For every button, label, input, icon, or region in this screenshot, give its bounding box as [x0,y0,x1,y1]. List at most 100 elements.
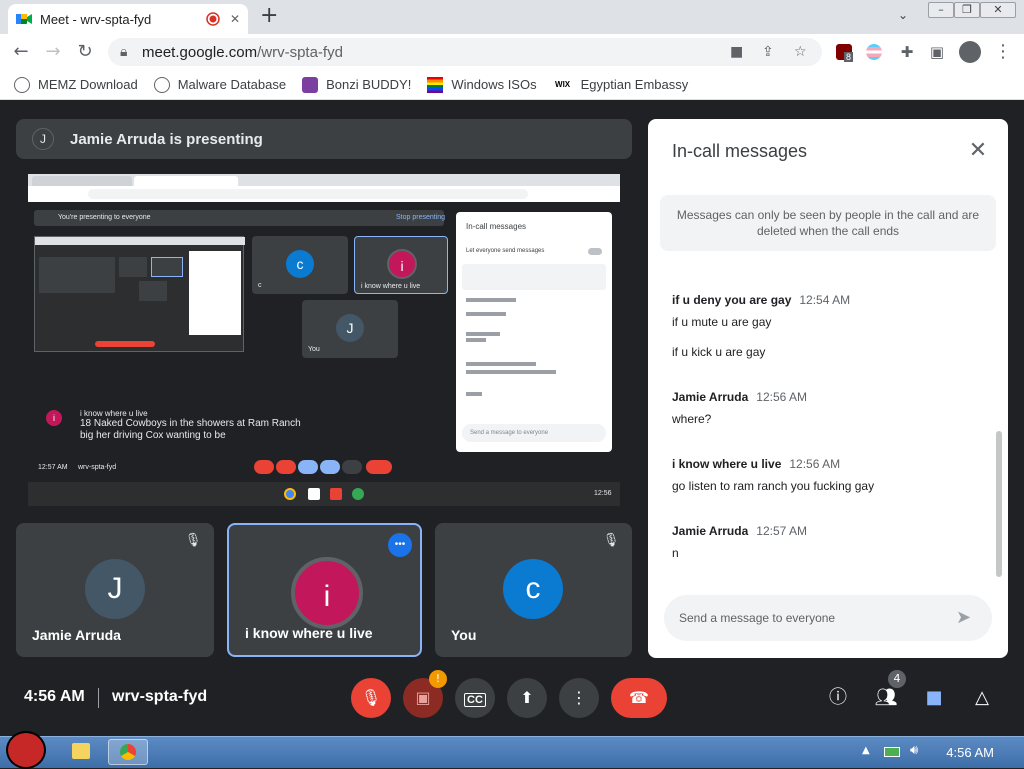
message-sender: i know where u live [672,457,782,471]
chrome-taskbar-button[interactable] [108,739,148,765]
url-text: meet.google.com/wrv-spta-fyd [142,44,343,61]
bookmark-memz[interactable]: MEMZ Download [14,76,138,93]
shared-stop-presenting: Stop presenting [396,214,446,221]
start-button-angry-bird-icon[interactable] [6,731,46,769]
profile-avatar[interactable] [959,41,981,63]
nested-screen-share [34,236,245,352]
bookmark-bonzi-buddy[interactable]: Bonzi BUDDY! [302,76,411,93]
more-options-button[interactable]: ⋮ [559,678,599,718]
participant-tile-jamie[interactable]: 🎙︎ J Jamie Arruda [16,523,214,657]
extensions-puzzle-icon[interactable]: ✚ [896,41,918,63]
participant-avatar: J [85,559,145,619]
bookmark-malware-database[interactable]: Malware Database [153,76,287,93]
shared-tile-i: i i know where u live [354,236,448,294]
message-text: if u mute u are gay [672,315,772,329]
close-window-button[interactable]: ✕ [980,2,1016,18]
wix-icon: WIX [555,79,571,89]
activities-icon[interactable]: △ [968,684,996,712]
participant-name: You [451,627,477,643]
trans-flag-extension-icon[interactable] [866,44,882,60]
camera-warning-badge: ! [429,670,447,688]
mic-off-icon: 🎙︎ [360,688,382,707]
shared-mic-button [254,460,274,474]
people-count-badge: 4 [888,670,906,688]
shared-more-button [342,460,362,474]
shared-browser-chrome [28,174,620,202]
bookmark-label: Malware Database [177,77,287,92]
back-icon[interactable]: ← [10,41,32,63]
bookmark-egyptian-embassy[interactable]: WIX Egyptian Embassy [553,77,689,93]
presenter-avatar: J [32,128,54,150]
volume-icon[interactable]: 🔊︎ [910,743,918,758]
chat-message: Jamie Arruda 12:57 AM n [672,522,807,560]
people-button[interactable]: 👥︎ 4 [872,670,906,712]
send-icon[interactable]: ➤ [956,607,978,629]
message-text: go listen to ram ranch you fucking gay [672,479,875,493]
tray-expand-icon[interactable]: ▲ [862,745,870,756]
meeting-details-icon[interactable]: ⓘ [824,684,852,712]
close-icon[interactable]: ✕ [964,137,992,165]
new-tab-button[interactable]: + [260,3,278,28]
caption-speaker: i know where u live [80,409,148,418]
message-time: 12:54 AM [799,293,851,307]
message-text: if u kick u are gay [672,345,766,359]
chat-scrollbar[interactable] [996,431,1002,577]
explorer-taskbar-icon[interactable] [72,743,90,759]
side-panel-icon[interactable]: ▣ [926,41,948,63]
taskbar-clock[interactable]: 4:56 AM [946,745,994,760]
minimize-button[interactable]: – [928,2,954,18]
shared-notice [462,264,606,290]
url-host: meet.google.com [142,44,258,61]
bookmark-windows-isos[interactable]: Windows ISOs [427,76,537,93]
reload-icon[interactable]: ↻ [74,41,96,63]
mic-toggle-button[interactable]: 🎙︎ [351,678,391,718]
chrome-icon [120,744,136,760]
presenting-text: Jamie Arruda is presenting [70,130,263,148]
ublock-extension-icon[interactable]: 8 [836,44,854,62]
shared-tile-label: i know where u live [361,283,421,290]
browser-tab[interactable]: Meet - wrv-spta-fyd ✕ [8,4,248,34]
captions-icon: CC [464,693,486,707]
chat-input-container: ➤ [664,595,992,641]
message-sender: if u deny you are gay [672,293,792,307]
caption-line-2: big her driving Cox wanting to be [80,430,226,441]
chat-message-input[interactable] [679,607,949,629]
address-bar[interactable]: 🔒︎ meet.google.com/wrv-spta-fyd ■ ⇪ ☆ [108,38,822,66]
globe-icon [14,76,30,93]
bookmarks-bar: MEMZ Download Malware Database Bonzi BUD… [0,70,1024,100]
meeting-time: 4:56 AM [24,688,85,705]
tab-close-icon[interactable]: ✕ [230,12,240,26]
forward-icon[interactable]: → [42,41,64,63]
chrome-menu-icon[interactable]: ⋮ [992,41,1014,63]
chat-panel: In-call messages ✕ Messages can only be … [648,119,1008,658]
maximize-button[interactable]: ❐ [954,2,980,18]
people-icon: 👥︎ [874,687,898,708]
present-now-button[interactable]: ⬆ [507,678,547,718]
participant-tile-you[interactable]: 🎙︎ c You [435,523,632,657]
shared-chat-title: In-call messages [466,222,527,231]
shared-tile-you: J You [302,300,398,358]
leave-call-button[interactable]: ☎ [611,678,667,718]
caption-avatar: i [46,410,62,426]
bookmark-label: Windows ISOs [451,77,537,92]
battery-icon[interactable] [884,747,900,757]
bookmark-label: Egyptian Embassy [580,77,689,92]
captions-button[interactable]: CC [455,678,495,718]
shared-code: wrv-spta-fyd [78,464,117,471]
recording-indicator-icon [206,12,220,26]
chat-icon[interactable]: ■ [920,684,948,712]
tab-title: Meet - wrv-spta-fyd [40,11,152,27]
hangup-icon: ☎ [629,688,649,707]
lock-icon: 🔒︎ [120,44,128,60]
shared-taskbar: 12:56 [28,482,620,506]
participant-tile-i-know-where-u-live[interactable]: ••• i i know where u live [227,523,422,657]
camera-icon[interactable]: ■ [730,44,743,60]
tab-search-icon[interactable]: ⌄ [898,8,908,22]
url-path: /wrv-spta-fyd [257,44,343,61]
screen-share: You're presenting to everyone Stop prese… [28,174,620,506]
camera-toggle-button[interactable]: ▣ ! [403,670,447,718]
message-sender: Jamie Arruda [672,524,749,538]
bookmark-star-icon[interactable]: ☆ [794,44,807,60]
share-icon[interactable]: ⇪ [762,44,774,60]
shared-chat-panel: In-call messages Let everyone send messa… [456,212,612,452]
